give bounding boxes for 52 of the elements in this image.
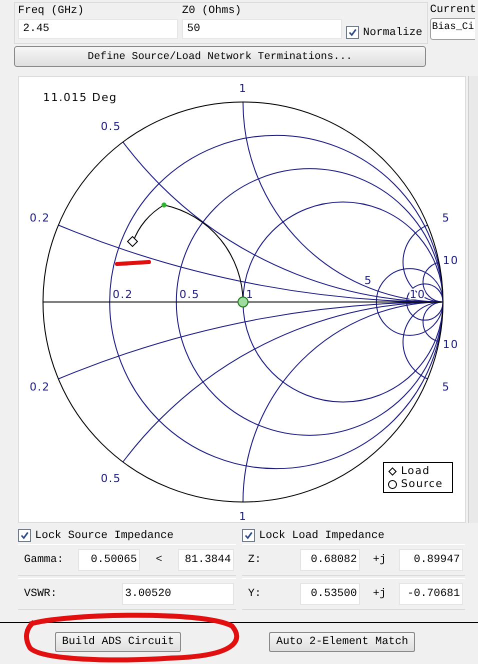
value-field[interactable]: -0.70681 bbox=[399, 583, 463, 605]
input-field[interactable]: 50 bbox=[182, 19, 342, 39]
reactance-label: 0.2 bbox=[30, 211, 50, 224]
define-terminations-button[interactable]: Define Source/Load Network Terminations... bbox=[14, 46, 426, 67]
value-field[interactable]: 0.89947 bbox=[399, 549, 463, 571]
circle-icon bbox=[388, 480, 397, 488]
source-marker-icon bbox=[238, 296, 248, 308]
reactance-label: 1 bbox=[239, 510, 247, 523]
legend-item: Source bbox=[388, 478, 448, 490]
diamond-icon bbox=[388, 466, 397, 476]
field-label: Z: bbox=[248, 553, 262, 568]
diamond-marker-icon bbox=[126, 236, 138, 248]
resistance-label: 1 bbox=[246, 288, 254, 301]
separator-symbol: +j bbox=[372, 588, 388, 600]
value-field[interactable]: 0.53500 bbox=[300, 583, 360, 605]
value-field[interactable]: 81.3844 bbox=[178, 549, 234, 571]
auto-match-button[interactable]: Auto 2-Element Match bbox=[269, 632, 416, 652]
input-field[interactable]: 2.45 bbox=[18, 19, 178, 39]
reactance-label: 5 bbox=[442, 211, 450, 224]
legend-item: Load bbox=[388, 465, 448, 477]
reactance-label: 10 bbox=[442, 338, 459, 351]
build-circuit-button[interactable]: Build ADS Circuit bbox=[55, 632, 182, 652]
separator-symbol: +j bbox=[372, 554, 388, 566]
field-label: Y: bbox=[248, 587, 262, 602]
reactance-label: 10 bbox=[442, 254, 459, 268]
reactance-label: 0.5 bbox=[100, 472, 122, 485]
combo-box[interactable]: Bias_Ci bbox=[430, 18, 475, 40]
field-label: VSWR: bbox=[24, 587, 58, 602]
separator-symbol: < bbox=[154, 554, 164, 566]
checkmark-icon bbox=[20, 531, 29, 540]
checkmark-icon bbox=[244, 531, 253, 540]
reactance-label: 5 bbox=[442, 380, 450, 394]
field-label: Freq (GHz) bbox=[18, 4, 86, 19]
waypoint-dot-icon bbox=[162, 202, 166, 208]
marker-stroke-drawing bbox=[115, 260, 151, 266]
resistance-label: 0.2 bbox=[112, 288, 134, 301]
field-label: Z0 (Ohms) bbox=[182, 4, 242, 19]
checkbox[interactable]: Normalize bbox=[346, 26, 422, 39]
reactance-label: 0.5 bbox=[100, 120, 122, 133]
value-field[interactable]: 0.50065 bbox=[78, 549, 140, 571]
field-label: Current bbox=[430, 3, 475, 18]
value-field[interactable]: 3.00520 bbox=[122, 583, 234, 605]
checkbox[interactable]: Lock Load Impedance bbox=[242, 529, 465, 542]
checkmark-icon bbox=[348, 28, 357, 37]
field-label: Gamma: bbox=[24, 553, 65, 568]
resistance-label: 5 bbox=[364, 274, 372, 287]
value-field[interactable]: 0.68082 bbox=[300, 549, 360, 571]
reactance-label: 0.2 bbox=[30, 380, 50, 394]
angle-readout: 11.015 Deg bbox=[43, 91, 118, 104]
resistance-label: 0.5 bbox=[179, 288, 200, 301]
reactance-label: 1 bbox=[239, 82, 247, 95]
checkbox[interactable]: Lock Source Impedance bbox=[18, 529, 236, 542]
